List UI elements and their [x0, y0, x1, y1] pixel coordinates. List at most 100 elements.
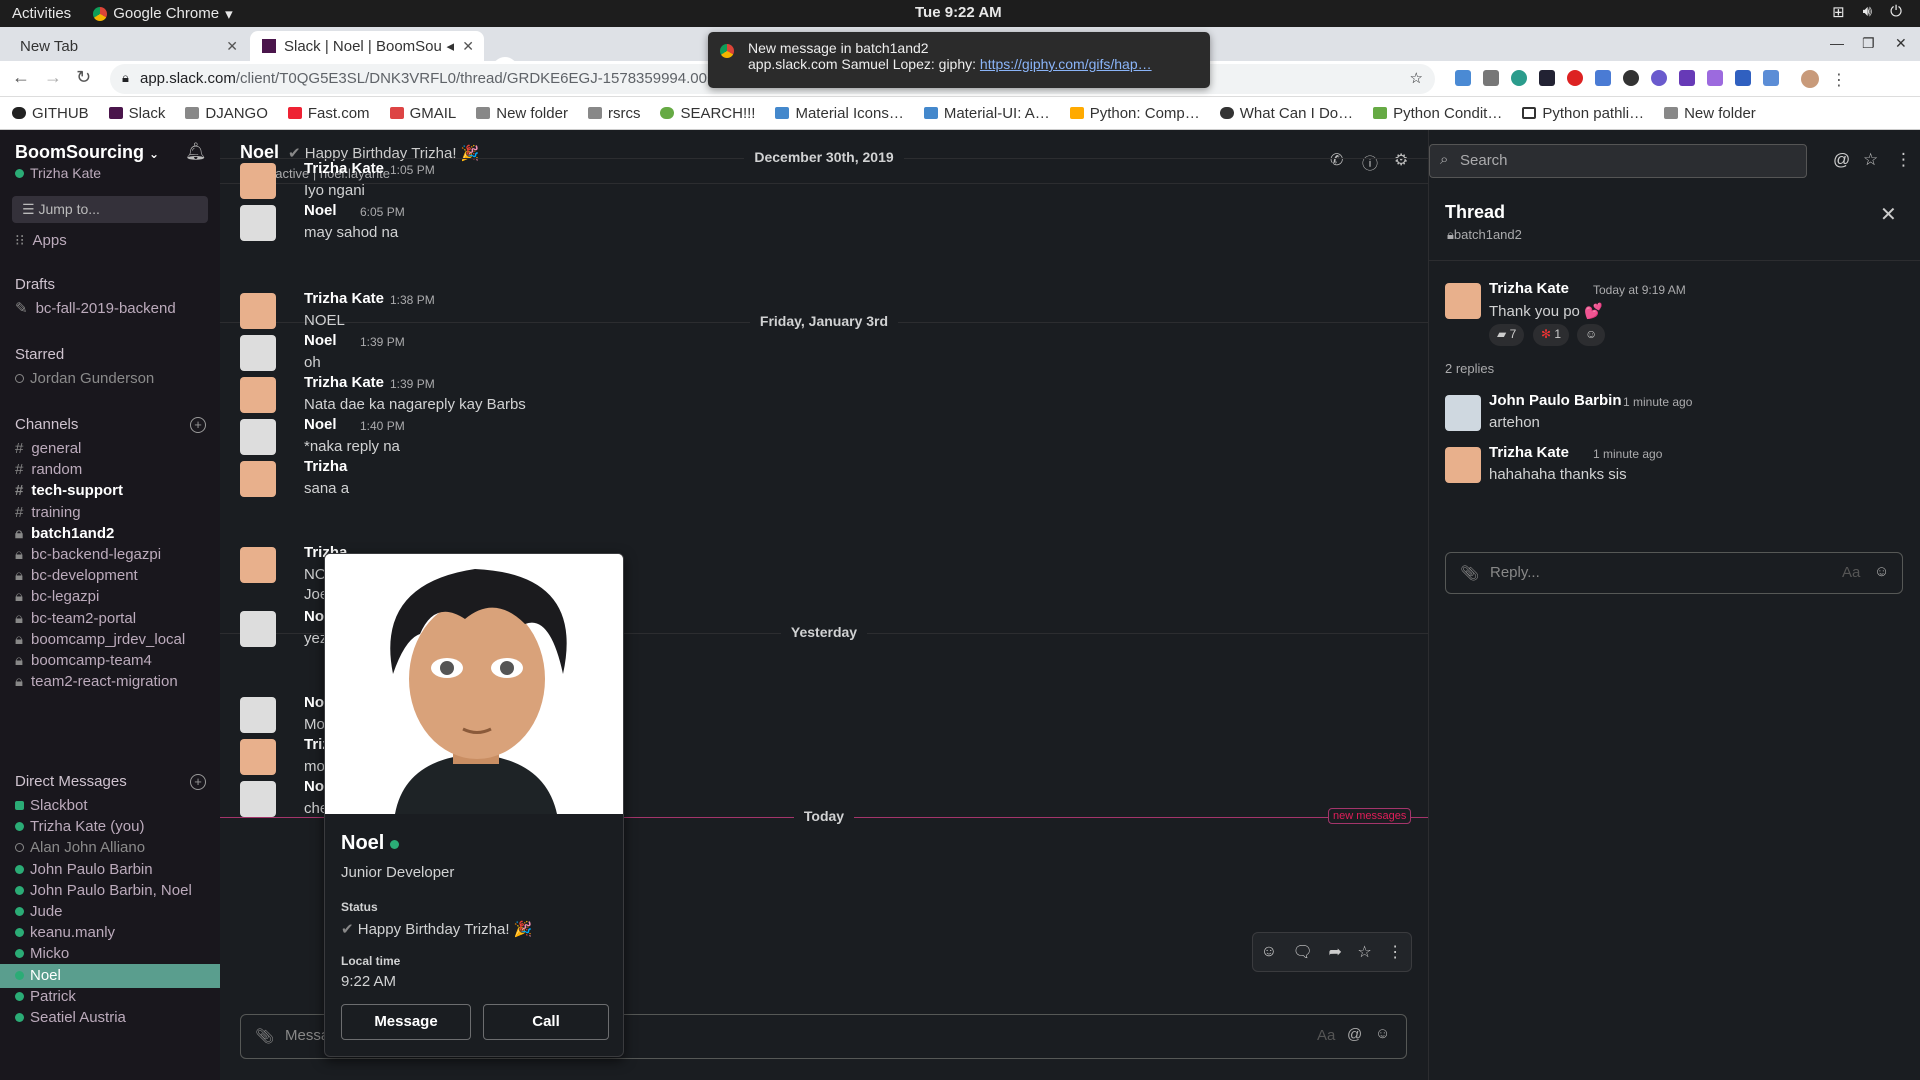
app-menu[interactable]: Google Chrome ▾ [93, 5, 233, 23]
extension-icon[interactable] [1707, 70, 1723, 86]
star-icon[interactable]: ☆ [1357, 942, 1371, 962]
avatar[interactable] [1445, 395, 1481, 431]
starred-header[interactable]: Starred [15, 346, 64, 363]
add-channel-icon[interactable]: + [190, 417, 206, 433]
bookmark[interactable]: Python: Comp… [1069, 105, 1200, 122]
message-author[interactable]: Trizha [304, 458, 347, 475]
avatar[interactable] [240, 781, 276, 817]
bookmark[interactable]: GITHUB [12, 105, 89, 122]
format-toggle[interactable]: Aa [1317, 1027, 1335, 1044]
avatar[interactable] [240, 547, 276, 583]
sidebar-item-channel[interactable]: 🔒︎ team2-react-migration [15, 670, 178, 694]
bookmark[interactable]: Python pathli… [1522, 105, 1644, 122]
reload-icon[interactable]: ↻ [76, 67, 91, 88]
window-close-button[interactable]: ✕ [1895, 35, 1907, 52]
message-author[interactable]: Trizha Kate [1489, 280, 1569, 297]
mute-icon[interactable]: ◂ [446, 37, 454, 55]
bell-icon[interactable]: 🔔︎ [185, 142, 207, 162]
sidebar-item-dm[interactable]: Seatiel Austria [15, 1006, 126, 1030]
extension-icon[interactable] [1763, 70, 1779, 86]
message-time[interactable]: 1:39 PM [390, 377, 435, 391]
search-input[interactable]: ⌕ Search [1429, 144, 1807, 178]
message-author[interactable]: Trizha Kate [304, 290, 384, 307]
message-time[interactable]: Today at 9:19 AM [1593, 283, 1686, 297]
bookmark[interactable]: DJANGO [185, 105, 268, 122]
current-user[interactable]: Trizha Kate [15, 165, 101, 181]
avatar[interactable] [240, 419, 276, 455]
more-vertical-icon[interactable]: ⋮ [1387, 942, 1403, 962]
system-tray[interactable]: ⊞ 🔊︎ ⏻ [1832, 3, 1902, 21]
avatar[interactable] [240, 293, 276, 329]
extension-icon[interactable] [1679, 70, 1695, 86]
jump-to-button[interactable]: ☰ Jump to... [12, 196, 208, 223]
sidebar-item-draft[interactable]: ✎ bc-fall-2019-backend [15, 297, 176, 321]
message-time[interactable]: 1:39 PM [360, 335, 405, 349]
activities-button[interactable]: Activities [12, 5, 71, 22]
back-icon[interactable]: ← [12, 67, 30, 88]
bookmark[interactable]: Material Icons… [775, 105, 904, 122]
avatar[interactable] [240, 377, 276, 413]
forward-icon[interactable]: → [44, 67, 62, 88]
bookmark[interactable]: Slack [108, 105, 165, 122]
emoji-icon[interactable]: ☺ [1874, 563, 1889, 580]
dm-header[interactable]: Direct Messages [15, 773, 127, 790]
message-time[interactable]: 6:05 PM [360, 205, 405, 219]
close-icon[interactable]: ✕ [226, 38, 238, 55]
bookmark[interactable]: What Can I Do… [1219, 105, 1353, 122]
extension-icon[interactable] [1735, 70, 1751, 86]
extension-icon[interactable] [1567, 70, 1583, 86]
message-time[interactable]: 1 minute ago [1593, 447, 1662, 461]
extension-icon[interactable] [1539, 70, 1555, 86]
add-reaction-button[interactable]: ☺ [1577, 324, 1606, 346]
message-time[interactable]: 1:38 PM [390, 293, 435, 307]
notification-link[interactable]: https://giphy.com/gifs/hap… [980, 56, 1152, 72]
message-time[interactable]: 1 minute ago [1623, 395, 1692, 409]
message-button[interactable]: Message [341, 1004, 471, 1040]
star-icon[interactable]: ☆ [1410, 69, 1423, 87]
close-icon[interactable]: ✕ [462, 38, 474, 55]
avatar[interactable] [240, 335, 276, 371]
extension-icon[interactable] [1483, 70, 1499, 86]
bookmark[interactable]: Python Condit… [1373, 105, 1502, 122]
bookmark[interactable]: Fast.com [287, 105, 370, 122]
extension-icon[interactable] [1651, 70, 1667, 86]
message-time[interactable]: 1:05 PM [390, 163, 435, 177]
bookmark[interactable]: Material-UI: A… [923, 105, 1050, 122]
message-author[interactable]: Trizha Kate [304, 160, 384, 177]
avatar[interactable] [1445, 283, 1481, 319]
bookmark[interactable]: New folder [476, 105, 568, 122]
avatar[interactable] [240, 697, 276, 733]
more-vertical-icon[interactable]: ⋮ [1895, 150, 1912, 170]
apps-link[interactable]: ⁝⁝ Apps [15, 229, 67, 253]
minimize-button[interactable]: — [1830, 35, 1844, 51]
message-time[interactable]: 1:40 PM [360, 419, 405, 433]
extension-icon[interactable] [1455, 70, 1471, 86]
reply-thread-icon[interactable]: 🗨︎ [1293, 942, 1313, 962]
format-toggle[interactable]: Aa [1842, 564, 1860, 581]
mention-icon[interactable]: @ [1833, 150, 1850, 170]
bookmark[interactable]: New folder [1664, 105, 1756, 122]
extension-icon[interactable] [1595, 70, 1611, 86]
message-author[interactable]: Noel [304, 202, 337, 219]
paperclip-icon[interactable]: 📎︎ [1460, 564, 1479, 582]
drafts-header[interactable]: Drafts [15, 276, 55, 293]
add-reaction-icon[interactable]: ☺ [1261, 943, 1277, 961]
close-icon[interactable]: ✕ [1880, 202, 1897, 227]
bookmark[interactable]: SEARCH!!! [660, 105, 755, 122]
maximize-button[interactable]: ❐ [1862, 35, 1875, 52]
avatar[interactable] [240, 611, 276, 647]
reaction-chip[interactable]: ✻ 1 [1533, 324, 1570, 346]
new-messages-badge[interactable]: new messages [1328, 808, 1412, 824]
workspace-name[interactable]: BoomSourcing ⌄ [15, 142, 159, 163]
add-dm-icon[interactable]: + [190, 774, 206, 790]
avatar[interactable] [240, 205, 276, 241]
avatar[interactable] [1445, 447, 1481, 483]
reply-input[interactable]: 📎︎ Reply... Aa ☺ [1445, 552, 1903, 594]
extension-icon[interactable] [1511, 70, 1527, 86]
clock[interactable]: Tue 9:22 AM [915, 4, 1002, 21]
desktop-notification[interactable]: New message in batch1and2 app.slack.com … [708, 32, 1210, 88]
message-author[interactable]: Noel [304, 416, 337, 433]
extension-icon[interactable] [1623, 70, 1639, 86]
more-vertical-icon[interactable]: ⋮ [1831, 70, 1847, 90]
call-button[interactable]: Call [483, 1004, 609, 1040]
